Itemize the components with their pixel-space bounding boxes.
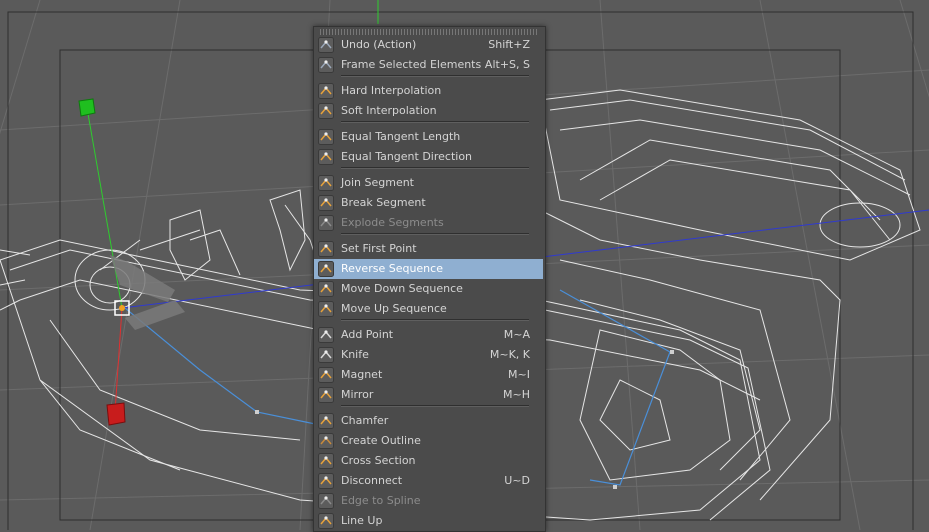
menu-item-soft-interpolation[interactable]: Soft Interpolation bbox=[314, 101, 543, 121]
menu-item-label: Line Up bbox=[341, 514, 383, 527]
mirror-icon bbox=[318, 387, 334, 403]
menu-item-label: Chamfer bbox=[341, 414, 389, 427]
menu-item-add-point[interactable]: Add Point M~A bbox=[314, 325, 543, 345]
menu-item-label: Break Segment bbox=[341, 196, 426, 209]
menu-item-label: Equal Tangent Direction bbox=[341, 150, 473, 163]
y-axis-handle[interactable] bbox=[78, 98, 96, 117]
menu-item-reverse-sequence[interactable]: Reverse Sequence bbox=[314, 259, 543, 279]
menu-item-join-segment[interactable]: Join Segment bbox=[314, 173, 543, 193]
set-first-point-icon bbox=[318, 241, 334, 257]
menu-item-mirror[interactable]: Mirror M~H bbox=[314, 385, 543, 405]
menu-item-shortcut: M~I bbox=[508, 368, 530, 381]
menu-item-shortcut: Shift+Z bbox=[488, 38, 530, 51]
menu-item-frame-selected-elements[interactable]: Frame Selected Elements Alt+S, S bbox=[314, 55, 543, 75]
menu-item-equal-tangent-length[interactable]: Equal Tangent Length bbox=[314, 127, 543, 147]
menu-item-move-up-sequence[interactable]: Move Up Sequence bbox=[314, 299, 543, 319]
menu-item-set-first-point[interactable]: Set First Point bbox=[314, 239, 543, 259]
menu-item-magnet[interactable]: Magnet M~I bbox=[314, 365, 543, 385]
menu-item-label: Move Down Sequence bbox=[341, 282, 463, 295]
frame-selected-icon bbox=[318, 57, 334, 73]
menu-item-undo-action[interactable]: Undo (Action) Shift+Z bbox=[314, 35, 543, 55]
menu-item-hard-interpolation[interactable]: Hard Interpolation bbox=[314, 81, 543, 101]
edge-to-spline-icon bbox=[318, 493, 334, 509]
move-down-sequence-icon bbox=[318, 281, 334, 297]
hard-interpolation-icon bbox=[318, 83, 334, 99]
create-outline-icon bbox=[318, 433, 334, 449]
menu-item-label: Mirror bbox=[341, 388, 374, 401]
menu-item-move-down-sequence[interactable]: Move Down Sequence bbox=[314, 279, 543, 299]
menu-item-label: Soft Interpolation bbox=[341, 104, 437, 117]
menu-item-label: Undo (Action) bbox=[341, 38, 417, 51]
menu-separator bbox=[341, 121, 529, 123]
menu-item-shortcut: M~H bbox=[503, 388, 530, 401]
menu-item-shortcut: U~D bbox=[504, 474, 530, 487]
menu-item-label: Add Point bbox=[341, 328, 394, 341]
menu-item-shortcut: M~K, K bbox=[489, 348, 530, 361]
soft-interpolation-icon bbox=[318, 103, 334, 119]
knife-icon bbox=[318, 347, 334, 363]
menu-item-label: Join Segment bbox=[341, 176, 414, 189]
x-axis-handle[interactable] bbox=[106, 402, 126, 426]
equal-tangent-direction-icon bbox=[318, 149, 334, 165]
menu-item-shortcut: Alt+S, S bbox=[484, 58, 530, 71]
menu-separator bbox=[341, 167, 529, 169]
axis-origin bbox=[119, 305, 125, 311]
menu-item-disconnect[interactable]: Disconnect U~D bbox=[314, 471, 543, 491]
undo-icon bbox=[318, 37, 334, 53]
y-axis-line bbox=[86, 107, 123, 309]
magnet-icon bbox=[318, 367, 334, 383]
menu-item-shortcut: M~A bbox=[503, 328, 530, 341]
menu-item-label: Disconnect bbox=[341, 474, 403, 487]
context-menu: Undo (Action) Shift+Z Frame Selected Eleme… bbox=[313, 26, 546, 532]
x-axis-line bbox=[114, 307, 123, 413]
menu-separator bbox=[341, 319, 529, 321]
disconnect-icon bbox=[318, 473, 334, 489]
equal-tangent-length-icon bbox=[318, 129, 334, 145]
menu-item-chamfer[interactable]: Chamfer bbox=[314, 411, 543, 431]
add-point-icon bbox=[318, 327, 334, 343]
menu-item-break-segment[interactable]: Break Segment bbox=[314, 193, 543, 213]
menu-item-label: Magnet bbox=[341, 368, 383, 381]
menu-item-label: Move Up Sequence bbox=[341, 302, 447, 315]
move-up-sequence-icon bbox=[318, 301, 334, 317]
menu-item-equal-tangent-direction[interactable]: Equal Tangent Direction bbox=[314, 147, 543, 167]
menu-item-label: Frame Selected Elements bbox=[341, 58, 482, 71]
menu-item-create-outline[interactable]: Create Outline bbox=[314, 431, 543, 451]
gizmo-plane-handle-2[interactable] bbox=[125, 300, 185, 330]
line-up-icon bbox=[318, 513, 334, 529]
explode-segments-icon bbox=[318, 215, 334, 231]
menu-item-label: Hard Interpolation bbox=[341, 84, 442, 97]
menu-item-explode-segments: Explode Segments bbox=[314, 213, 543, 233]
break-segment-icon bbox=[318, 195, 334, 211]
cross-section-icon bbox=[318, 453, 334, 469]
reverse-sequence-icon bbox=[318, 261, 334, 277]
menu-item-label: Set First Point bbox=[341, 242, 417, 255]
menu-item-label: Reverse Sequence bbox=[341, 262, 443, 275]
menu-item-knife[interactable]: Knife M~K, K bbox=[314, 345, 543, 365]
menu-separator bbox=[341, 405, 529, 407]
menu-separator bbox=[341, 75, 529, 77]
menu-item-label: Edge to Spline bbox=[341, 494, 421, 507]
menu-item-cross-section[interactable]: Cross Section bbox=[314, 451, 543, 471]
menu-item-label: Explode Segments bbox=[341, 216, 444, 229]
menu-item-label: Equal Tangent Length bbox=[341, 130, 461, 143]
join-segment-icon bbox=[318, 175, 334, 191]
menu-item-line-up[interactable]: Line Up bbox=[314, 511, 543, 531]
menu-item-label: Knife bbox=[341, 348, 369, 361]
menu-item-label: Create Outline bbox=[341, 434, 421, 447]
chamfer-icon bbox=[318, 413, 334, 429]
menu-item-label: Cross Section bbox=[341, 454, 416, 467]
menu-separator bbox=[341, 233, 529, 235]
menu-item-edge-to-spline: Edge to Spline bbox=[314, 491, 543, 511]
